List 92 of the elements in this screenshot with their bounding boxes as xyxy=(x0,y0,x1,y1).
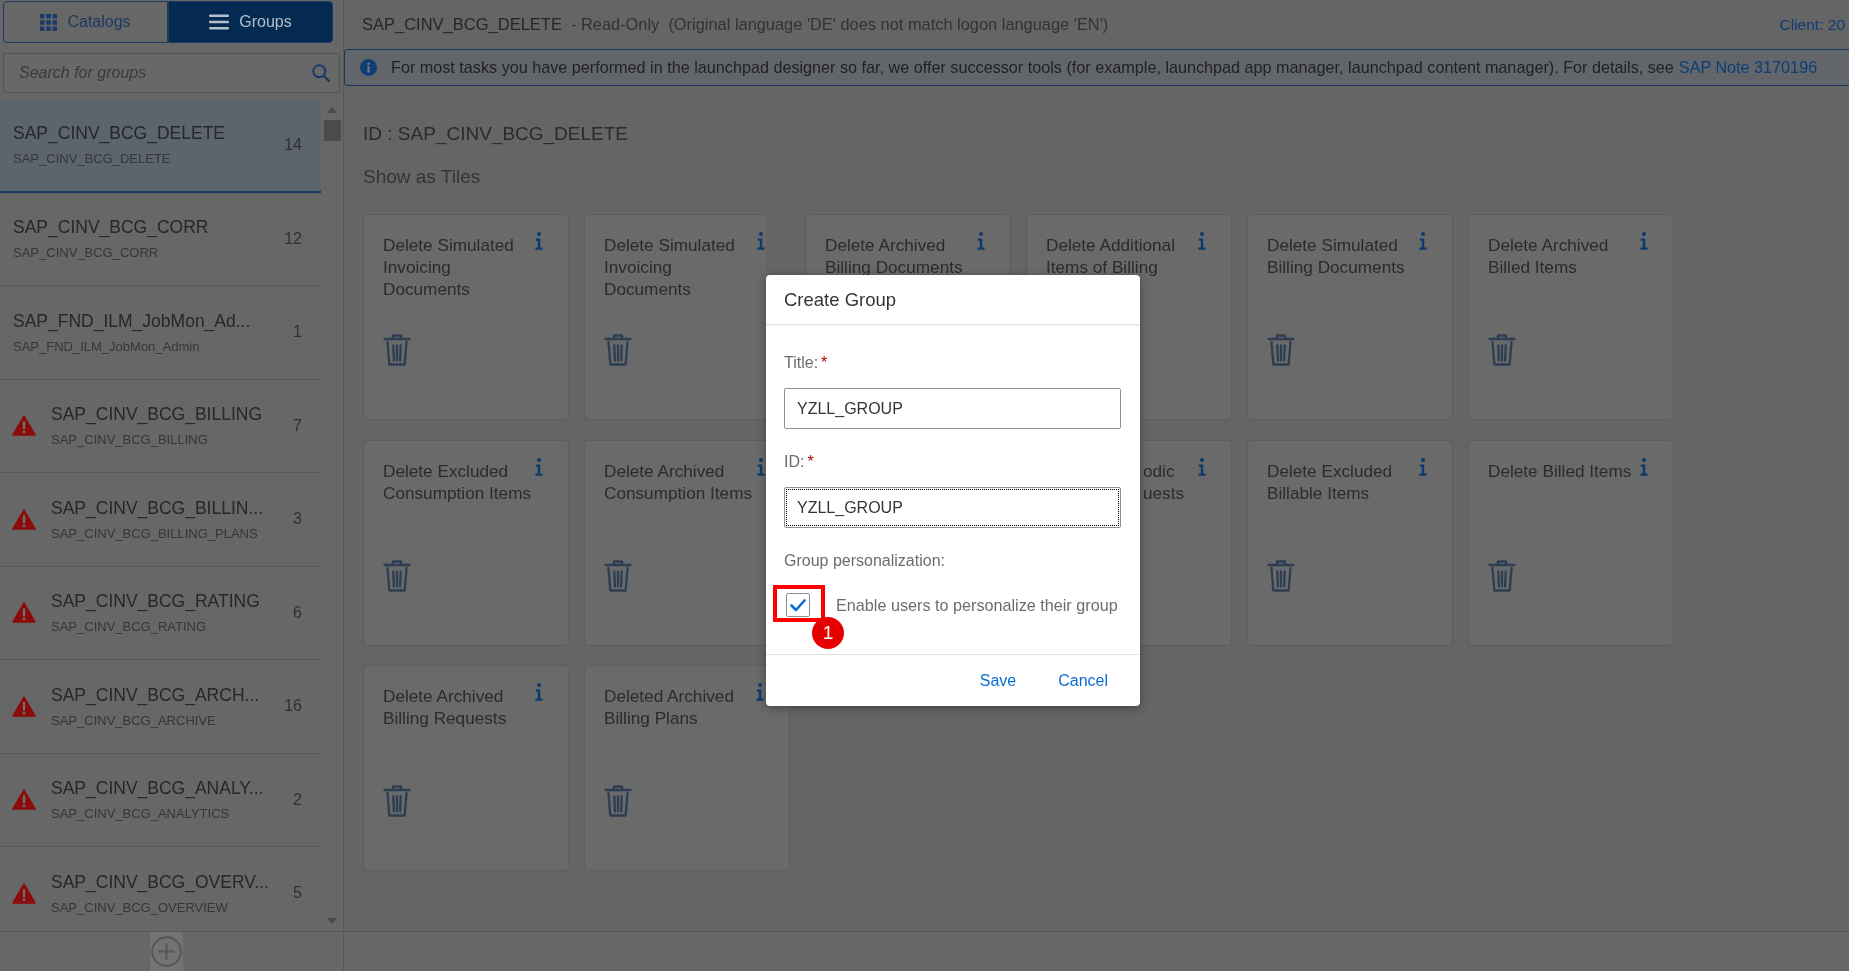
trash-icon[interactable] xyxy=(1488,334,1516,366)
info-icon[interactable] xyxy=(757,232,765,250)
tile-title: Delete Simulated Invoicing Documents xyxy=(383,234,514,300)
group-item[interactable]: SAP_CINV_BCG_DELETE SAP_CINV_BCG_DELETE 14 xyxy=(0,99,321,193)
checkbox-label: Enable users to personalize their group xyxy=(836,595,1118,615)
tile[interactable]: Delete Archived Billing Documents xyxy=(805,214,1011,278)
tile[interactable]: Delete Simulated Invoicing Documents xyxy=(363,214,569,420)
dialog-button[interactable]: Save xyxy=(971,665,1025,696)
group-id-heading: ID : SAP_CINV_BCG_DELETE xyxy=(363,122,629,146)
scrollbar-thumb[interactable] xyxy=(323,120,341,141)
checkbox[interactable] xyxy=(786,593,810,617)
menu-icon xyxy=(209,14,230,30)
info-icon[interactable] xyxy=(977,232,985,250)
trash-icon[interactable] xyxy=(1267,334,1295,366)
info-icon[interactable] xyxy=(1419,232,1427,250)
tile[interactable]: Delete Excluded Billable Items xyxy=(1247,439,1453,646)
scroll-up-icon[interactable] xyxy=(327,107,337,113)
info-icon[interactable] xyxy=(535,232,543,250)
trash-icon[interactable] xyxy=(604,559,632,592)
search-icon[interactable] xyxy=(312,64,330,82)
trash-icon[interactable] xyxy=(383,559,411,592)
field-label: Group personalization: xyxy=(784,552,945,570)
check-icon xyxy=(790,598,806,612)
trash-icon[interactable] xyxy=(383,334,411,366)
tile-title: Delete Excluded Billable Items xyxy=(1267,459,1393,504)
tile[interactable]: Delete Simulated Billing Documents xyxy=(1247,214,1453,420)
info-icon[interactable] xyxy=(1198,457,1206,476)
text-field[interactable]: YZLL_GROUP xyxy=(784,487,1121,528)
add-button[interactable] xyxy=(150,932,183,971)
tile-title: Delete Simulated Billing Documents xyxy=(1267,234,1405,278)
client-label: Client: 20 xyxy=(1779,15,1845,34)
group-count: 3 xyxy=(293,510,302,529)
tile[interactable]: odic uests xyxy=(1141,439,1232,646)
step-badge: 1 xyxy=(812,617,844,649)
tile[interactable]: Delete Archived Billing Requests xyxy=(363,665,569,871)
info-icon[interactable] xyxy=(535,683,543,701)
group-count: 6 xyxy=(293,603,302,622)
info-icon[interactable] xyxy=(535,457,543,476)
tile[interactable]: Delete Archived Consumption Items xyxy=(584,439,766,646)
tile[interactable]: Delete Excluded Consumption Items xyxy=(363,439,569,646)
info-icon[interactable] xyxy=(1640,457,1648,476)
group-title: SAP_CINV_BCG_ARCH... xyxy=(51,683,260,706)
tile-title: Delete Archived Billed Items xyxy=(1488,234,1609,278)
dialog-title: Create Group xyxy=(784,288,897,311)
scroll-down-icon[interactable] xyxy=(327,918,337,924)
field-label: ID: * xyxy=(784,453,814,471)
group-title: SAP_CINV_BCG_CORR xyxy=(13,216,209,239)
tab[interactable]: Groups xyxy=(168,1,333,43)
group-count: 16 xyxy=(284,697,302,716)
group-title: SAP_CINV_BCG_DELETE xyxy=(13,122,226,145)
field-label: Title: * xyxy=(784,354,828,372)
tile-title: odic uests xyxy=(1143,459,1185,504)
tile-title: Delete Archived Consumption Items xyxy=(604,459,753,504)
info-icon[interactable] xyxy=(1198,232,1206,250)
plus-circle-icon xyxy=(151,936,182,967)
tile[interactable]: Deleted Archived Billing Plans xyxy=(584,665,790,871)
tile-title: Delete Archived Billing Documents xyxy=(825,234,963,278)
tile-title: Delete Billed Items xyxy=(1488,459,1632,482)
group-title: SAP_CINV_BCG_BILLIN... xyxy=(51,496,264,519)
dialog-button[interactable]: Cancel xyxy=(1050,665,1116,696)
group-count: 14 xyxy=(284,135,302,154)
info-icon[interactable] xyxy=(1640,232,1648,250)
tile-title: Delete Simulated Invoicing Documents xyxy=(604,234,735,300)
group-title: SAP_CINV_BCG_RATING xyxy=(51,590,260,613)
group-title: SAP_CINV_BCG_OVERV... xyxy=(51,870,269,893)
group-title: SAP_CINV_BCG_ANALY... xyxy=(51,777,264,800)
trash-icon[interactable] xyxy=(1267,559,1295,592)
trash-icon[interactable] xyxy=(1488,559,1516,592)
group-title: SAP_FND_ILM_JobMon_Ad... xyxy=(13,309,251,332)
group-count: 1 xyxy=(293,323,302,342)
tile[interactable]: Delete Simulated Invoicing Documents xyxy=(584,214,766,420)
tile-title: Delete Additional Items of Billing xyxy=(1046,234,1175,278)
group-title: SAP_CINV_BCG_BILLING xyxy=(51,403,263,426)
tile-title: Delete Excluded Consumption Items xyxy=(383,459,532,504)
trash-icon[interactable] xyxy=(604,334,632,366)
tile[interactable]: Delete Billed Items xyxy=(1468,439,1674,646)
trash-icon[interactable] xyxy=(604,785,632,817)
grid-icon xyxy=(40,13,58,31)
text-field[interactable]: YZLL_GROUP xyxy=(784,388,1121,429)
tile-title: Delete Archived Billing Requests xyxy=(383,685,507,729)
page-title: SAP_CINV_BCG_DELETE xyxy=(362,15,562,34)
sap-note-link[interactable]: SAP Note 3170196 xyxy=(1678,58,1818,76)
tile-title: Deleted Archived Billing Plans xyxy=(604,685,734,729)
info-icon[interactable] xyxy=(757,457,765,476)
trash-icon[interactable] xyxy=(383,785,411,817)
banner-text: For most tasks you have performed in the launchpad designer so far, we offer successor tools (for example, launchpad app manager, launchpad content manager). For details, see SAP Note 3170196 xyxy=(391,58,1818,77)
group-id: SAP_CINV_BCG_DELETE xyxy=(13,151,171,168)
info-icon[interactable] xyxy=(1419,457,1427,476)
tab[interactable]: Catalogs xyxy=(3,1,168,43)
tile[interactable]: Delete Archived Billed Items xyxy=(1468,214,1674,420)
info-icon[interactable] xyxy=(756,683,764,701)
info-icon xyxy=(360,59,377,76)
